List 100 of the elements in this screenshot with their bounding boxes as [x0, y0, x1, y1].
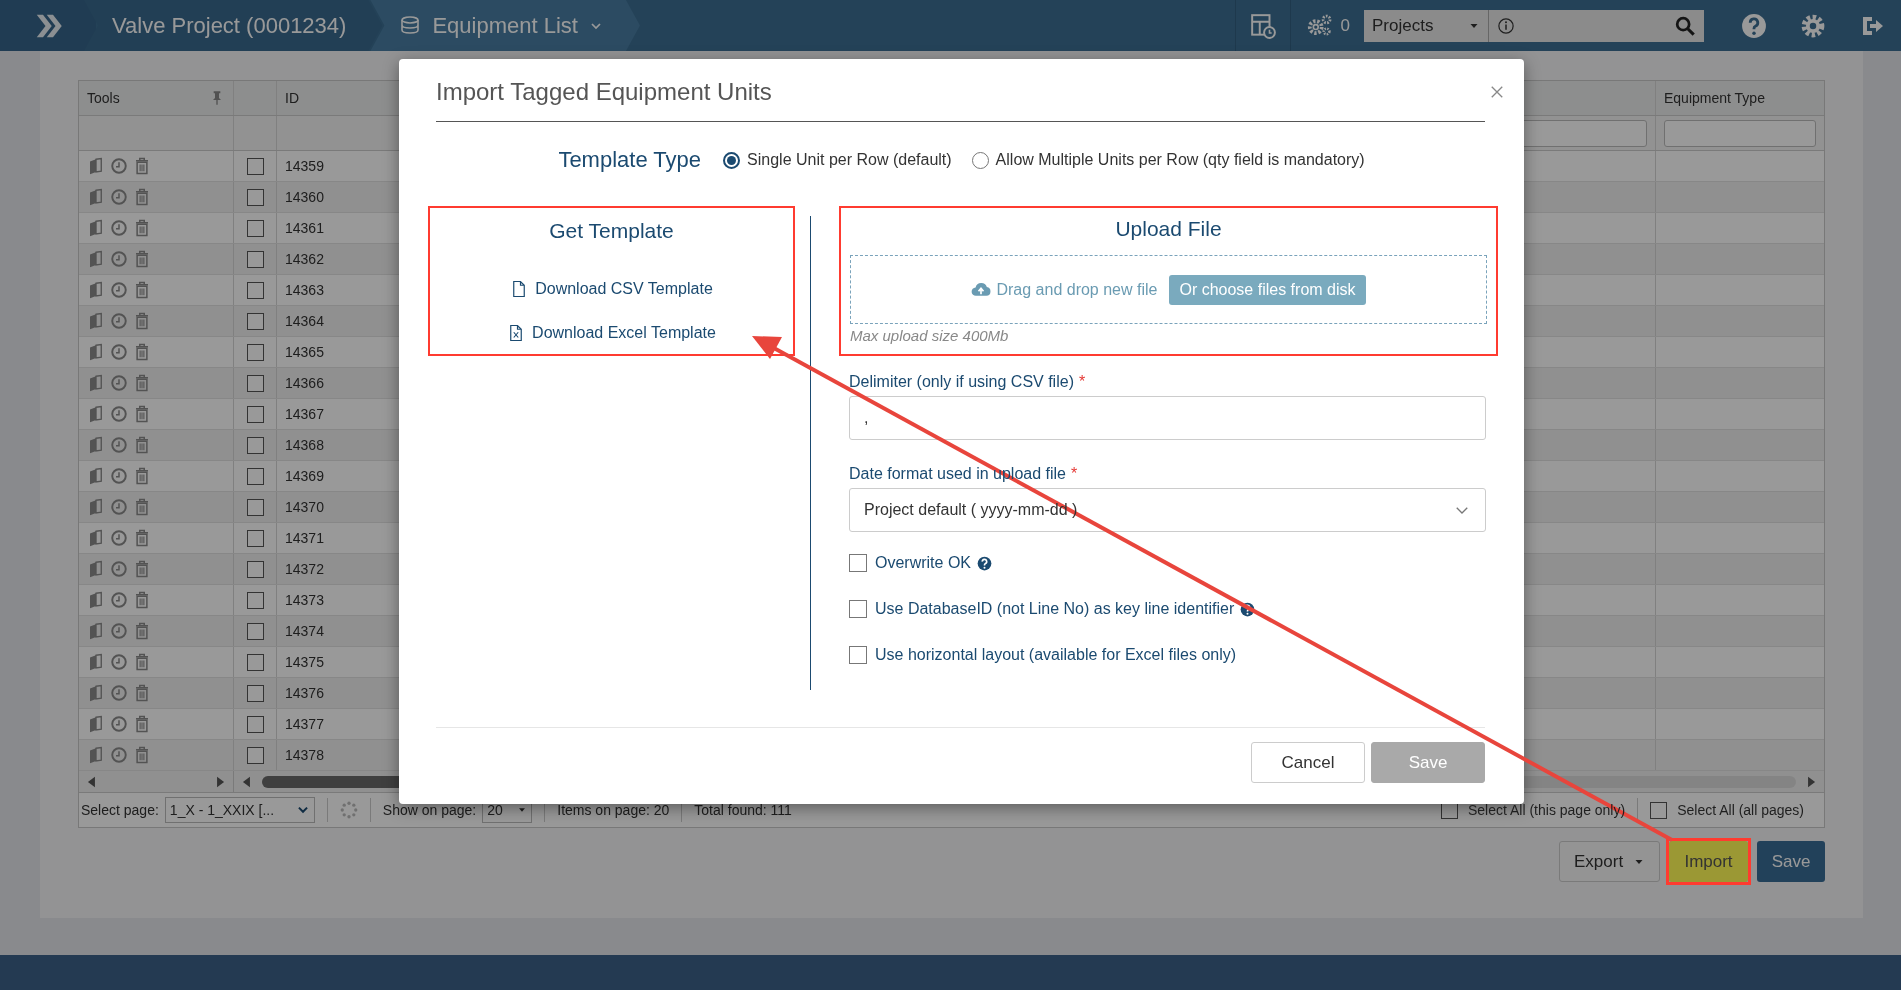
trash-icon[interactable] [133, 157, 151, 175]
row-checkbox[interactable] [246, 250, 264, 268]
book-icon[interactable] [87, 436, 105, 454]
row-checkbox[interactable] [246, 653, 264, 671]
download-link[interactable]: Download CSV Template [510, 278, 713, 300]
clock-icon[interactable] [110, 436, 128, 454]
clock-icon[interactable] [110, 374, 128, 392]
book-icon[interactable] [87, 684, 105, 702]
book-icon[interactable] [87, 498, 105, 516]
clock-icon[interactable] [110, 622, 128, 640]
row-checkbox[interactable] [246, 343, 264, 361]
book-icon[interactable] [87, 312, 105, 330]
clock-icon[interactable] [110, 498, 128, 516]
clock-icon[interactable] [110, 467, 128, 485]
search-icon[interactable] [1674, 14, 1696, 37]
radio-button[interactable] [971, 151, 989, 169]
clock-icon[interactable] [110, 343, 128, 361]
trash-icon[interactable] [133, 219, 151, 237]
clock-icon[interactable] [110, 529, 128, 547]
cancel-button[interactable]: Cancel [1251, 742, 1365, 783]
delimiter-field[interactable]: , [849, 396, 1486, 440]
option-checkbox[interactable] [849, 554, 867, 572]
book-icon[interactable] [87, 746, 105, 764]
book-icon[interactable] [87, 467, 105, 485]
trash-icon[interactable] [133, 312, 151, 330]
row-checkbox[interactable] [246, 684, 264, 702]
row-checkbox[interactable] [246, 622, 264, 640]
trash-icon[interactable] [133, 250, 151, 268]
clock-icon[interactable] [110, 157, 128, 175]
row-checkbox[interactable] [246, 405, 264, 423]
book-icon[interactable] [87, 715, 105, 733]
book-icon[interactable] [87, 343, 105, 361]
trash-icon[interactable] [133, 529, 151, 547]
row-checkbox[interactable] [246, 374, 264, 392]
clock-icon[interactable] [110, 219, 128, 237]
scope-select[interactable]: Projects [1364, 9, 1488, 42]
filter-field[interactable] [1664, 119, 1816, 147]
save-button[interactable]: Save [1757, 841, 1825, 882]
help-icon[interactable] [1240, 601, 1256, 617]
book-icon[interactable] [87, 219, 105, 237]
trash-icon[interactable] [133, 684, 151, 702]
trash-icon[interactable] [133, 498, 151, 516]
option-checkbox[interactable] [849, 646, 867, 664]
trash-icon[interactable] [133, 715, 151, 733]
row-checkbox[interactable] [246, 436, 264, 454]
row-checkbox[interactable] [246, 746, 264, 764]
breadcrumb-item[interactable]: Equipment List [370, 0, 640, 51]
drop-zone[interactable]: Drag and drop new file Or choose files from disk [850, 255, 1487, 324]
clock-icon[interactable] [110, 746, 128, 764]
book-icon[interactable] [87, 374, 105, 392]
row-checkbox[interactable] [246, 312, 264, 330]
book-icon[interactable] [87, 250, 105, 268]
trash-icon[interactable] [133, 467, 151, 485]
radio-button[interactable] [723, 151, 741, 169]
book-icon[interactable] [87, 529, 105, 547]
date-format-select[interactable]: Project default ( yyyy-mm-dd ) [849, 488, 1486, 532]
clock-icon[interactable] [110, 591, 128, 609]
row-checkbox[interactable] [246, 529, 264, 547]
row-checkbox[interactable] [246, 560, 264, 578]
book-icon[interactable] [87, 591, 105, 609]
book-icon[interactable] [87, 157, 105, 175]
settings-icon[interactable] [1799, 12, 1826, 39]
clock-icon[interactable] [110, 312, 128, 330]
dashboard-clock-icon[interactable] [1249, 12, 1276, 39]
help-icon[interactable] [977, 555, 992, 571]
import-button[interactable]: Import [1669, 841, 1748, 882]
trash-icon[interactable] [133, 560, 151, 578]
trash-icon[interactable] [133, 653, 151, 671]
row-checkbox[interactable] [246, 715, 264, 733]
trash-icon[interactable] [133, 343, 151, 361]
trash-icon[interactable] [133, 281, 151, 299]
choose-files-button[interactable]: Or choose files from disk [1169, 274, 1366, 305]
clock-icon[interactable] [110, 250, 128, 268]
clock-icon[interactable] [110, 188, 128, 206]
clock-icon[interactable] [110, 281, 128, 299]
row-checkbox[interactable] [246, 219, 264, 237]
row-checkbox[interactable] [246, 591, 264, 609]
clock-icon[interactable] [110, 653, 128, 671]
trash-icon[interactable] [133, 622, 151, 640]
download-link[interactable]: Download Excel Template [507, 322, 716, 344]
option-checkbox[interactable] [849, 600, 867, 618]
trash-icon[interactable] [133, 746, 151, 764]
page-select[interactable]: 1_X - 1_XXIX [... [164, 797, 315, 823]
clock-icon[interactable] [110, 684, 128, 702]
book-icon[interactable] [87, 653, 105, 671]
row-checkbox[interactable] [246, 157, 264, 175]
export-button[interactable]: Export [1559, 841, 1660, 882]
book-icon[interactable] [87, 281, 105, 299]
clock-icon[interactable] [110, 560, 128, 578]
book-icon[interactable] [87, 405, 105, 423]
book-icon[interactable] [87, 188, 105, 206]
row-checkbox[interactable] [246, 498, 264, 516]
clock-icon[interactable] [110, 715, 128, 733]
row-checkbox[interactable] [246, 467, 264, 485]
help-icon[interactable] [1740, 12, 1767, 39]
row-checkbox[interactable] [246, 188, 264, 206]
search-field[interactable] [1488, 9, 1704, 42]
clock-icon[interactable] [110, 405, 128, 423]
book-icon[interactable] [87, 622, 105, 640]
drag-drop-link[interactable]: Drag and drop new file [971, 279, 1158, 300]
